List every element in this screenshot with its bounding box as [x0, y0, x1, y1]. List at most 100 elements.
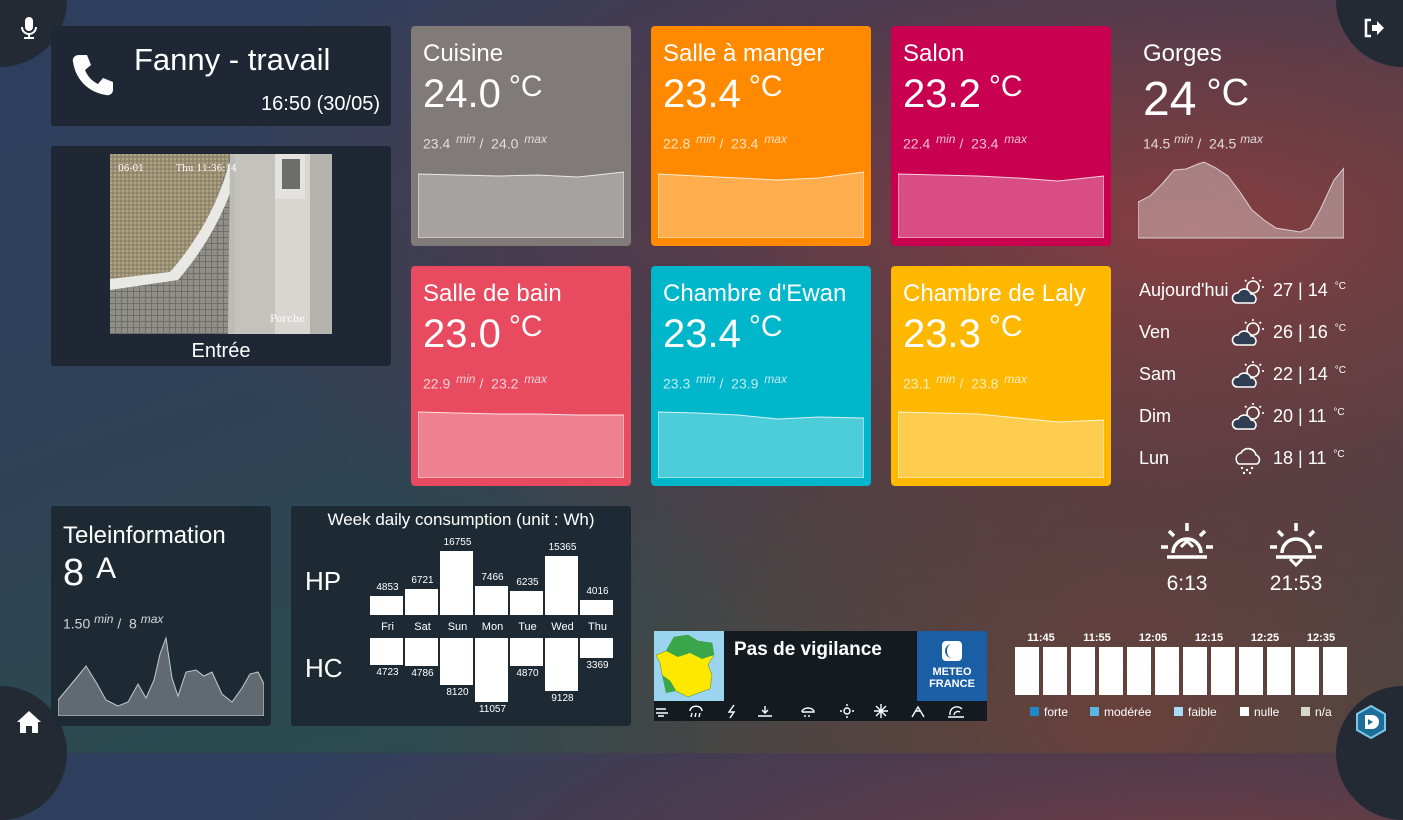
room-minmax: 22.4 min/ 23.4 max: [903, 132, 1027, 152]
room-max: 23.9: [731, 375, 759, 392]
phone-widget[interactable]: Fanny - travail 16:50 (30/05): [51, 26, 391, 126]
teleinfo-title: Teleinformation: [63, 522, 226, 549]
room-minmax: 22.8 min/ 23.4 max: [663, 132, 787, 152]
hp-value-label: 6721: [411, 575, 434, 586]
room-tile[interactable]: Chambre d'Ewan 23.4 °C 23.3 min/ 23.9 max: [651, 266, 871, 486]
room-name: Chambre de Laly: [903, 280, 1086, 307]
camera-image[interactable]: 06-01 Thu 11:36:14 Porche: [110, 154, 332, 334]
legend-swatch: [1090, 707, 1099, 716]
room-sparkline: [658, 171, 864, 238]
hp-bar: [370, 596, 403, 615]
forecast-min: 11: [1307, 448, 1327, 468]
hc-label: HC: [305, 653, 343, 683]
rain-block: [1043, 647, 1067, 695]
hp-value-label: 16755: [443, 537, 472, 548]
hc-bar: [580, 638, 613, 658]
sunset-time: 21:53: [1269, 572, 1323, 595]
forecast-max: 27: [1273, 280, 1294, 300]
max-label: max: [140, 612, 164, 626]
logo-icon: [1356, 705, 1386, 739]
hc-value-label: 4870: [516, 668, 539, 679]
camera-widget[interactable]: 06-01 Thu 11:36:14 Porche Entrée: [51, 146, 391, 366]
room-max: 23.4: [731, 135, 759, 152]
vigilance-text: Pas de vigilance: [734, 639, 882, 660]
room-tile[interactable]: Salle de bain 23.0 °C 22.9 min/ 23.2 max: [411, 266, 631, 486]
rain-block: [1323, 647, 1347, 695]
vigilance-widget[interactable]: Pas de vigilance METEO FRANCE: [654, 631, 987, 721]
day-label: Sat: [414, 621, 431, 633]
forecast-min: 14: [1307, 364, 1328, 384]
room-sparkline: [658, 411, 864, 478]
teleinfo-widget[interactable]: Teleinformation 8A 1.50 min / 8 max: [51, 506, 271, 726]
vigilance-legend-item: forte: [1030, 705, 1068, 719]
forecast-max: 26: [1273, 322, 1294, 342]
rain-block: [1267, 647, 1291, 695]
room-unit: °C: [508, 310, 543, 343]
room-sparkline: [418, 171, 624, 238]
room-sparkline: [898, 411, 1104, 478]
meteo-brand-1: METEO: [932, 666, 972, 678]
camera-overlay-name: Porche: [270, 314, 306, 325]
hp-bar: [405, 589, 438, 615]
min-label: min: [936, 372, 956, 386]
hp-bar: [475, 586, 508, 615]
legend-label: n/a: [1315, 705, 1332, 719]
room-max: 23.2: [491, 375, 519, 392]
room-min: 23.1: [903, 375, 931, 392]
flood-icon: [758, 706, 772, 717]
heat-icon: [840, 704, 854, 718]
max-label: max: [1004, 372, 1027, 386]
room-name: Salle de bain: [423, 280, 562, 307]
hc-bar: [405, 638, 438, 666]
room-name: Chambre d'Ewan: [663, 280, 847, 307]
room-name: Salon: [903, 40, 965, 67]
hc-value-label: 4786: [411, 668, 434, 679]
microphone-icon: [21, 17, 37, 39]
hc-value-label: 3369: [586, 660, 609, 671]
room-tile[interactable]: Salon 23.2 °C 22.4 min/ 23.4 max: [891, 26, 1111, 246]
phone-icon: [72, 55, 113, 96]
forecast-max: 20: [1273, 406, 1294, 426]
outdoor-max: 24.5: [1209, 135, 1237, 152]
rain-block: [1071, 647, 1095, 695]
room-unit: °C: [748, 310, 783, 343]
vigilance-icons: [654, 703, 987, 719]
room-temperature: 23.0 °C: [423, 310, 543, 357]
forecast-row: Dim 20 | 11 °C: [1139, 402, 1349, 432]
room-value: 23.2: [903, 72, 981, 116]
outdoor-widget[interactable]: Gorges 24 °C 14.5 min / 24.5 max: [1131, 26, 1351, 246]
max-label: max: [764, 372, 787, 386]
hp-value-label: 4016: [586, 586, 609, 597]
min-label: min: [936, 132, 956, 146]
room-name: Cuisine: [423, 40, 504, 67]
room-tile[interactable]: Salle à manger 23.4 °C 22.8 min/ 23.4 max: [651, 26, 871, 246]
camera-label: Entrée: [191, 340, 251, 362]
forecast-day: Dim: [1139, 406, 1171, 426]
sunset-widget: 21:53: [1266, 519, 1326, 596]
forecast-day: Aujourd'hui: [1139, 280, 1229, 300]
waves-icon: [948, 706, 964, 718]
hp-bar: [580, 600, 613, 615]
rain-time-label: 11:45: [1027, 632, 1055, 644]
snow-ice-icon: [801, 707, 815, 717]
forecast-row: Aujourd'hui 27 | 14 °C: [1139, 276, 1349, 306]
room-sparkline: [418, 411, 624, 478]
max-label: max: [764, 132, 787, 146]
rain-block: [1015, 647, 1039, 695]
legend-label: nulle: [1254, 705, 1280, 719]
sign-out-icon: [1364, 18, 1384, 38]
logo-button[interactable]: [1336, 686, 1403, 820]
vigilance-legend-item: modérée: [1090, 705, 1151, 719]
wind-icon: [656, 708, 668, 717]
hc-value-label: 11057: [478, 704, 507, 715]
room-tile[interactable]: Chambre de Laly 23.3 °C 23.1 min/ 23.8 ma…: [891, 266, 1111, 486]
legend-swatch: [1240, 707, 1249, 716]
rain-block: [1295, 647, 1319, 695]
room-minmax: 23.1 min/ 23.8 max: [903, 372, 1027, 392]
meteo-logo-icon: [942, 641, 962, 661]
forecast-unit: °C: [1334, 323, 1346, 334]
room-tile[interactable]: Cuisine 24.0 °C 23.4 min/ 24.0 max: [411, 26, 631, 246]
sunrise-icon: [1161, 523, 1213, 559]
partly-cloudy-icon: [1231, 403, 1264, 430]
rain-icon: [1235, 447, 1261, 475]
